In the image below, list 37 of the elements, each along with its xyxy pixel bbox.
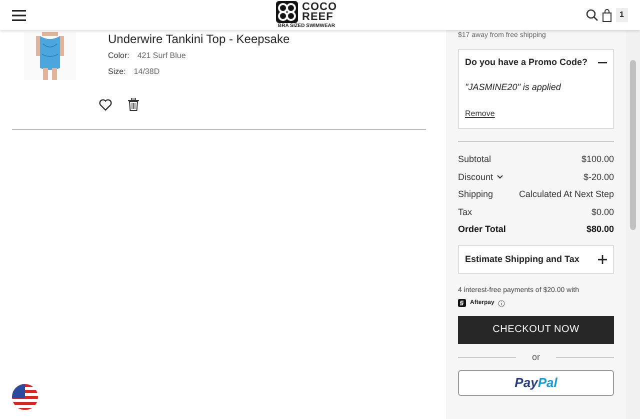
estimate-title: Estimate Shipping and Tax [465,252,580,266]
promo-applied-text: "JASMINE20" is applied [465,81,562,94]
scrollbar[interactable] [626,30,640,419]
heart-icon[interactable] [99,98,112,110]
estimate-panel[interactable]: Estimate Shipping and Tax [458,244,614,274]
menu-icon[interactable] [12,10,26,20]
paypal-button[interactable]: PayPal [458,370,614,396]
summary-label: Subtotal [458,153,492,166]
summary-value: $80.00 [586,223,614,236]
expand-icon[interactable] [598,254,607,264]
or-divider-text: or [532,350,540,364]
attribute-label: Size: [108,66,126,78]
summary-label[interactable]: Discount [458,170,494,184]
trash-icon[interactable] [128,98,139,111]
info-icon[interactable] [498,300,506,306]
checkout-button[interactable]: CHECKOUT NOW [458,316,614,344]
search-icon[interactable] [586,9,598,21]
attribute-label: Color: [108,50,130,62]
remove-link[interactable]: Remove [465,108,495,120]
summary-value: $-20.00 [583,170,614,184]
shopping-bag-icon[interactable] [602,8,612,22]
summary-label: Tax [458,206,472,218]
cart-count: 1 [616,8,628,22]
promo-title[interactable]: Do you have a Promo Code? [465,56,588,69]
logo-text: REEF [302,12,334,22]
summary-value: $0.00 [591,206,614,218]
afterpay-logo-icon [458,299,466,307]
logo-text: COCO [302,2,337,12]
summary-value: Calculated At Next Step [518,188,614,201]
summary-value: $100.00 [581,153,614,166]
caret-icon[interactable] [497,175,504,180]
summary-label: Shipping [458,188,494,201]
product-title[interactable]: Underwire Tankini Top - Keepsake [108,32,290,46]
summary-label: Order Total [458,223,506,236]
attribute-value: 421 Surf Blue [137,50,186,62]
attribute-value: 14/38D [134,66,160,78]
flag-icon[interactable] [11,383,39,411]
